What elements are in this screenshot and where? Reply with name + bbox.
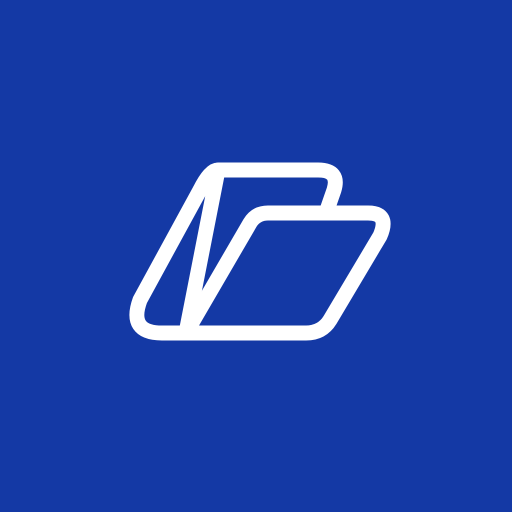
folder-icon <box>0 0 512 512</box>
app-icon-tile <box>0 0 512 512</box>
icon-background <box>0 0 512 512</box>
